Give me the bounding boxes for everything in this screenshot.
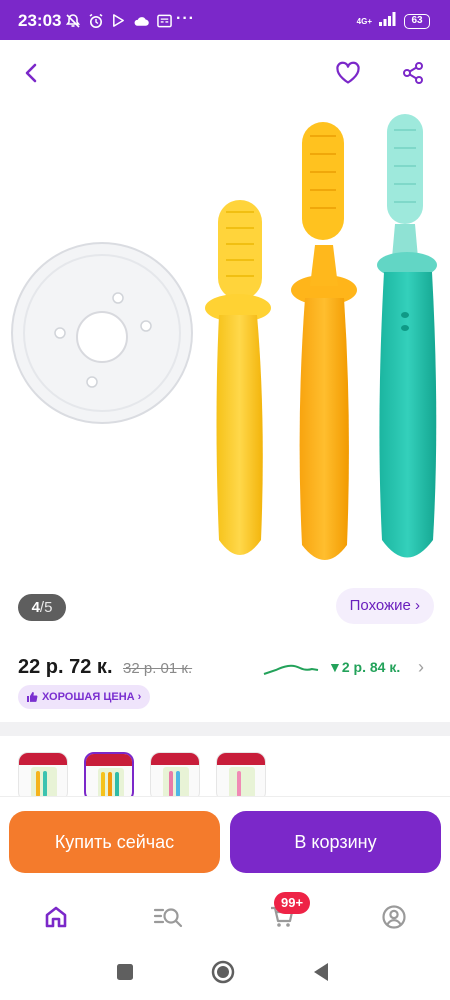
network-type: 4G+ xyxy=(356,16,372,26)
status-time: 23:03 xyxy=(18,11,62,30)
back-button[interactable] xyxy=(14,55,50,91)
profile-icon xyxy=(382,905,406,929)
cloud-icon xyxy=(133,12,150,29)
price-history-graph[interactable] xyxy=(262,654,320,682)
yellow-toothbrush xyxy=(205,200,271,555)
catalog-search-icon xyxy=(153,908,183,928)
thumb-up-icon xyxy=(27,692,38,702)
photo-counter: 4/5 xyxy=(18,594,66,621)
current-price: 22 р. 72 к. xyxy=(18,656,113,678)
system-navigation-bar xyxy=(0,944,450,1000)
photo-total: 5 xyxy=(44,599,53,616)
purchase-action-bar: Купить сейчас В корзину xyxy=(0,796,450,888)
bottom-navigation xyxy=(0,888,450,944)
battery-level: 63 xyxy=(404,14,430,29)
heart-icon xyxy=(336,61,360,84)
recent-apps-button[interactable] xyxy=(111,958,139,986)
status-notification-icons xyxy=(64,12,173,29)
buy-now-button[interactable]: Купить сейчас xyxy=(9,811,220,873)
product-photo xyxy=(11,114,437,560)
circle-icon xyxy=(211,960,235,984)
signal-icon xyxy=(378,12,398,31)
back-system-button[interactable] xyxy=(307,958,335,986)
cart-count-badge: 99+ xyxy=(274,892,311,914)
news-app-icon xyxy=(156,12,173,29)
variant-thumbnail-selected[interactable] xyxy=(84,752,134,802)
product-image-gallery[interactable] xyxy=(0,100,450,640)
good-price-label: ХОРОШАЯ ЦЕНА › xyxy=(42,691,142,703)
play-store-icon xyxy=(110,12,127,29)
nav-home[interactable] xyxy=(39,900,73,934)
home-icon xyxy=(45,906,67,928)
share-button[interactable] xyxy=(395,55,431,91)
old-price: 32 р. 01 к. xyxy=(123,660,193,677)
variant-thumbnail[interactable] xyxy=(216,752,266,802)
muted-bell-icon xyxy=(64,12,81,29)
chevron-right-icon[interactable]: › xyxy=(418,657,424,678)
favorite-button[interactable] xyxy=(330,55,366,91)
variant-thumbnail[interactable] xyxy=(150,752,200,802)
photo-current: 4 xyxy=(31,599,40,616)
back-arrow-icon xyxy=(25,63,37,83)
teal-toothbrush xyxy=(377,114,437,558)
nav-profile[interactable] xyxy=(377,900,411,934)
status-system-icons: 4G+ 63 xyxy=(357,12,430,31)
price-drop[interactable]: ▼2 р. 84 к. xyxy=(328,659,400,675)
share-icon xyxy=(403,62,423,84)
orange-toothbrush xyxy=(291,122,357,560)
variant-thumbnail[interactable] xyxy=(18,752,68,802)
section-divider xyxy=(0,722,450,736)
status-bar: 23:03 ··· 4G+ 63 xyxy=(0,0,450,40)
square-icon xyxy=(117,964,133,980)
teether-disc xyxy=(11,242,193,424)
alarm-clock-icon xyxy=(87,12,104,29)
similar-button[interactable]: Похожие › xyxy=(335,588,434,624)
good-price-badge[interactable]: ХОРОШАЯ ЦЕНА › xyxy=(18,685,151,709)
more-notifications-icon: ··· xyxy=(176,10,195,27)
nav-catalog[interactable] xyxy=(151,900,185,934)
triangle-back-icon xyxy=(314,963,328,981)
price-card: 22 р. 72 к. 32 р. 01 к. ▼2 р. 84 к. › ХО… xyxy=(0,640,450,722)
add-to-cart-button[interactable]: В корзину xyxy=(230,811,441,873)
home-system-button[interactable] xyxy=(209,958,237,986)
